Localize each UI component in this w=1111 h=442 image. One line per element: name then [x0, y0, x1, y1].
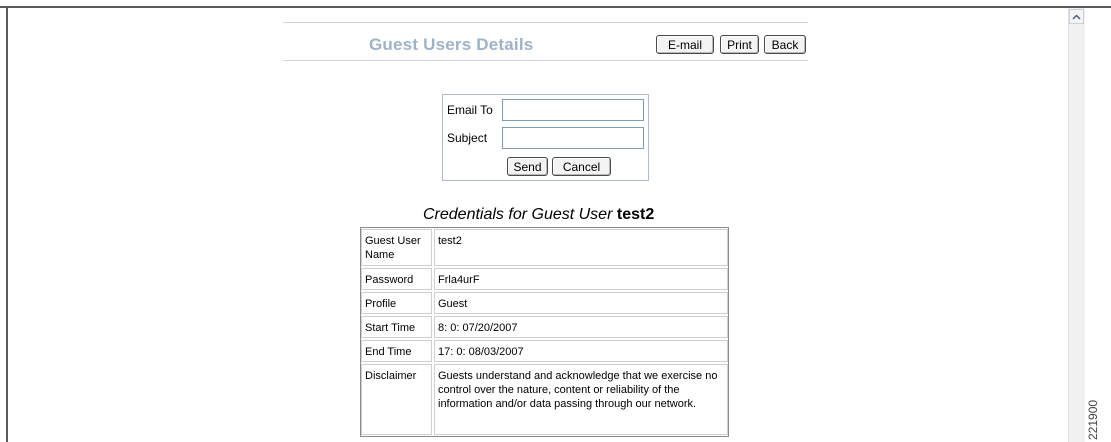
row-value: Guest [434, 292, 728, 314]
page-title: Guest Users Details [369, 35, 534, 54]
table-row: Disclaimer Guests understand and acknowl… [361, 364, 728, 435]
print-button[interactable]: Print [720, 35, 759, 54]
table-row: End Time 17: 0: 08/03/2007 [361, 340, 728, 362]
subject-label: Subject [447, 131, 488, 145]
table-row: Guest User Name test2 [361, 229, 728, 266]
chevron-up-icon [1072, 13, 1081, 20]
row-value: Guests understand and acknowledge that w… [434, 364, 728, 435]
scroll-up-button[interactable] [1069, 9, 1084, 24]
row-label: Disclaimer [361, 364, 432, 435]
figure-id-text: 221900 [1086, 399, 1100, 440]
row-value: 8: 0: 07/20/2007 [434, 316, 728, 338]
table-row: Password Frla4urF [361, 268, 728, 290]
row-value: Frla4urF [434, 268, 728, 290]
row-label: End Time [361, 340, 432, 362]
window-frame-top [0, 0, 1111, 8]
row-label: Start Time [361, 316, 432, 338]
figure-id: 221900 [1082, 392, 1108, 442]
vertical-scrollbar[interactable] [1068, 8, 1085, 442]
email-button[interactable]: E-mail [656, 35, 714, 54]
cancel-button[interactable]: Cancel [552, 157, 611, 176]
table-row: Start Time 8: 0: 07/20/2007 [361, 316, 728, 338]
header-divider-top [283, 22, 808, 23]
row-value: 17: 0: 08/03/2007 [434, 340, 728, 362]
row-label: Guest User Name [361, 229, 432, 266]
back-button[interactable]: Back [764, 35, 806, 54]
subject-input[interactable] [502, 127, 644, 149]
window-frame-left [6, 6, 8, 442]
row-value: test2 [434, 229, 728, 266]
row-label: Profile [361, 292, 432, 314]
header-divider-bottom [283, 60, 808, 61]
credentials-title-username: test2 [616, 206, 655, 223]
send-button[interactable]: Send [507, 157, 548, 176]
credentials-title: Credentials for Guest User test2 [423, 206, 654, 224]
email-to-input[interactable] [502, 99, 644, 121]
table-row: Profile Guest [361, 292, 728, 314]
row-label: Password [361, 268, 432, 290]
email-to-label: Email To [447, 103, 493, 117]
credentials-title-prefix: Credentials for Guest User [423, 206, 613, 223]
